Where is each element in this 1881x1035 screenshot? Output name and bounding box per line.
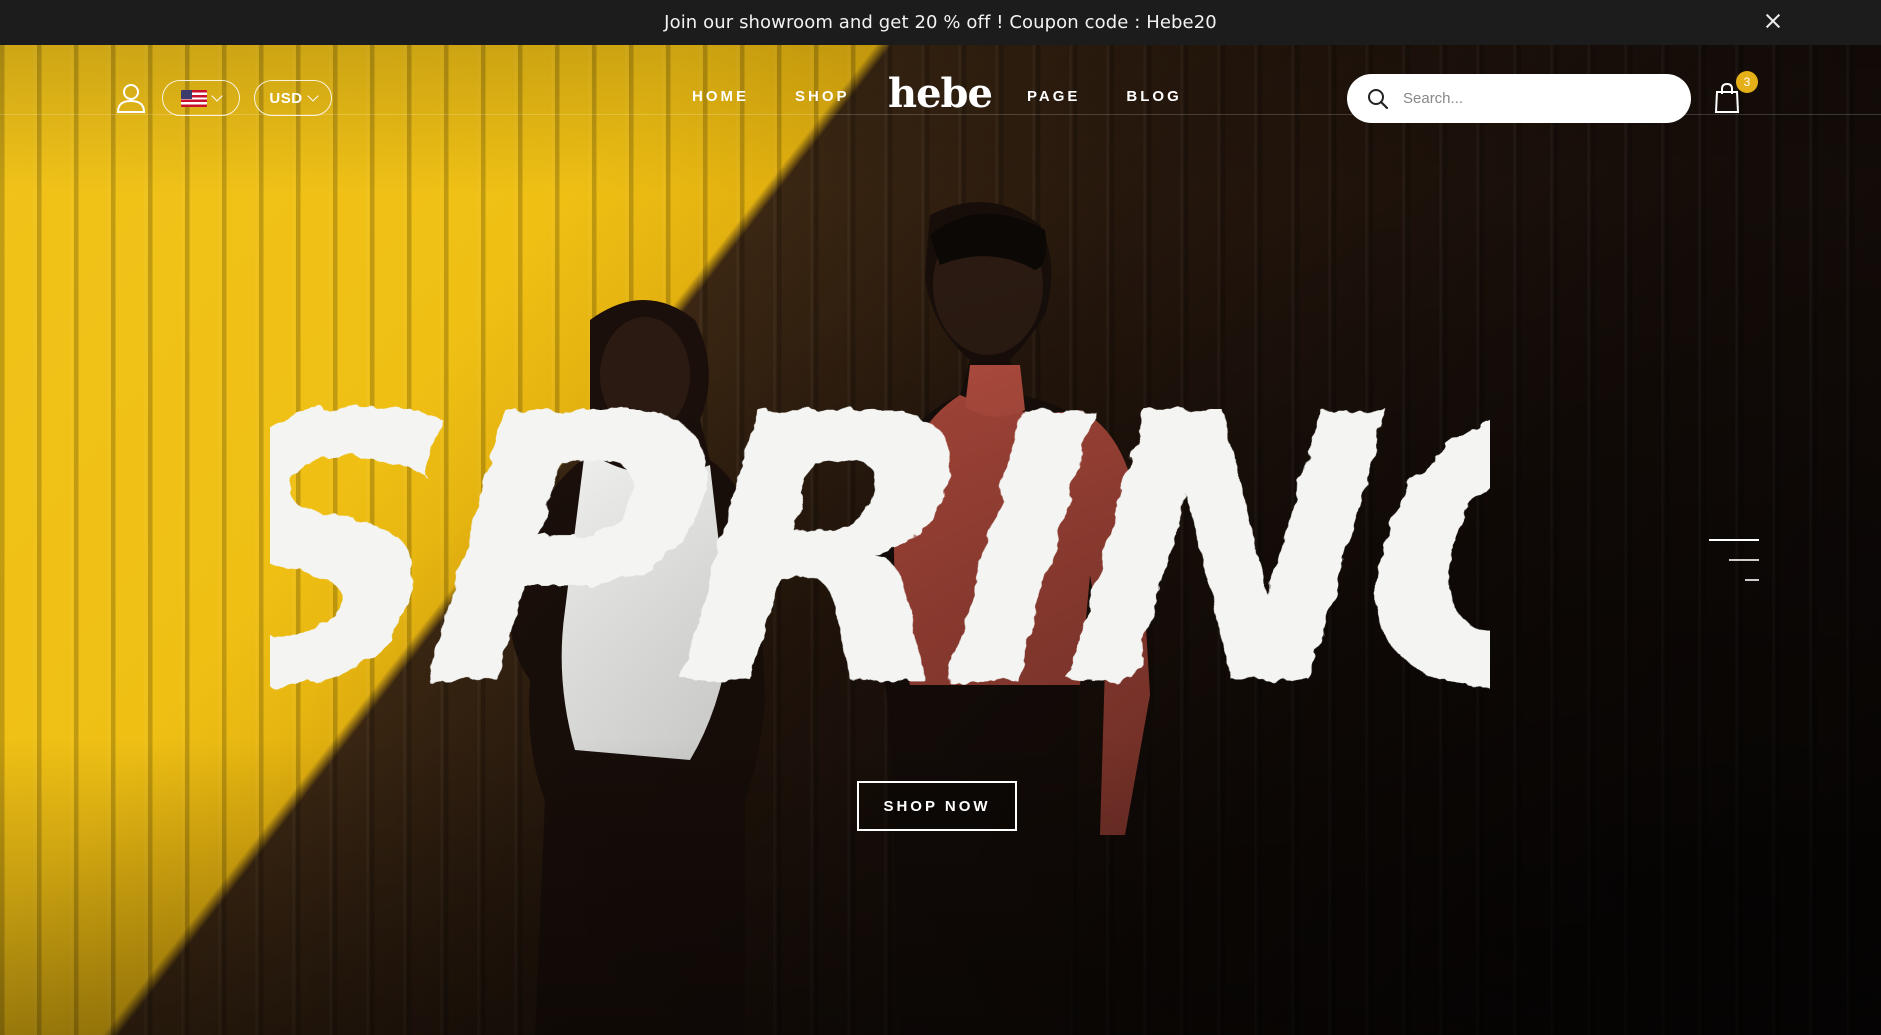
currency-selector[interactable]: USD xyxy=(254,80,332,116)
slide-indicator-3[interactable] xyxy=(1745,579,1759,581)
nav-shop[interactable]: SHOP xyxy=(795,88,850,105)
header-utilities: USD xyxy=(114,80,332,116)
hero-headline: SPRING xyxy=(270,360,1490,720)
cart-count-badge: 3 xyxy=(1736,71,1758,93)
nav-blog[interactable]: BLOG xyxy=(1126,88,1181,105)
nav-page[interactable]: PAGE xyxy=(1027,88,1080,105)
slide-indicator-lines[interactable] xyxy=(1709,539,1759,584)
chevron-down-icon xyxy=(211,90,223,102)
hero-banner: SPRING SHOP NOW xyxy=(0,45,1881,1035)
slide-indicator-2[interactable] xyxy=(1729,559,1759,561)
main-nav-left: HOME SHOP xyxy=(692,88,850,105)
main-nav-right: PAGE BLOG xyxy=(1027,88,1182,105)
search-input[interactable] xyxy=(1403,90,1663,107)
chevron-down-icon xyxy=(306,90,319,102)
announcement-text: Join our showroom and get 20 % off ! Cou… xyxy=(664,12,1217,33)
search-box xyxy=(1347,74,1691,123)
currency-label: USD xyxy=(269,89,303,107)
site-logo[interactable]: hebe xyxy=(888,70,993,117)
shop-now-button[interactable]: SHOP NOW xyxy=(857,781,1017,831)
close-icon[interactable] xyxy=(1761,9,1785,33)
nav-home[interactable]: HOME xyxy=(692,88,749,105)
language-selector[interactable] xyxy=(162,80,240,116)
announcement-bar: Join our showroom and get 20 % off ! Cou… xyxy=(0,0,1881,45)
search-icon[interactable] xyxy=(1367,88,1389,110)
slide-indicator-1[interactable] xyxy=(1709,539,1759,541)
us-flag-icon xyxy=(181,89,207,107)
headline-text: SPRING xyxy=(270,360,1490,720)
user-icon[interactable] xyxy=(114,81,148,115)
